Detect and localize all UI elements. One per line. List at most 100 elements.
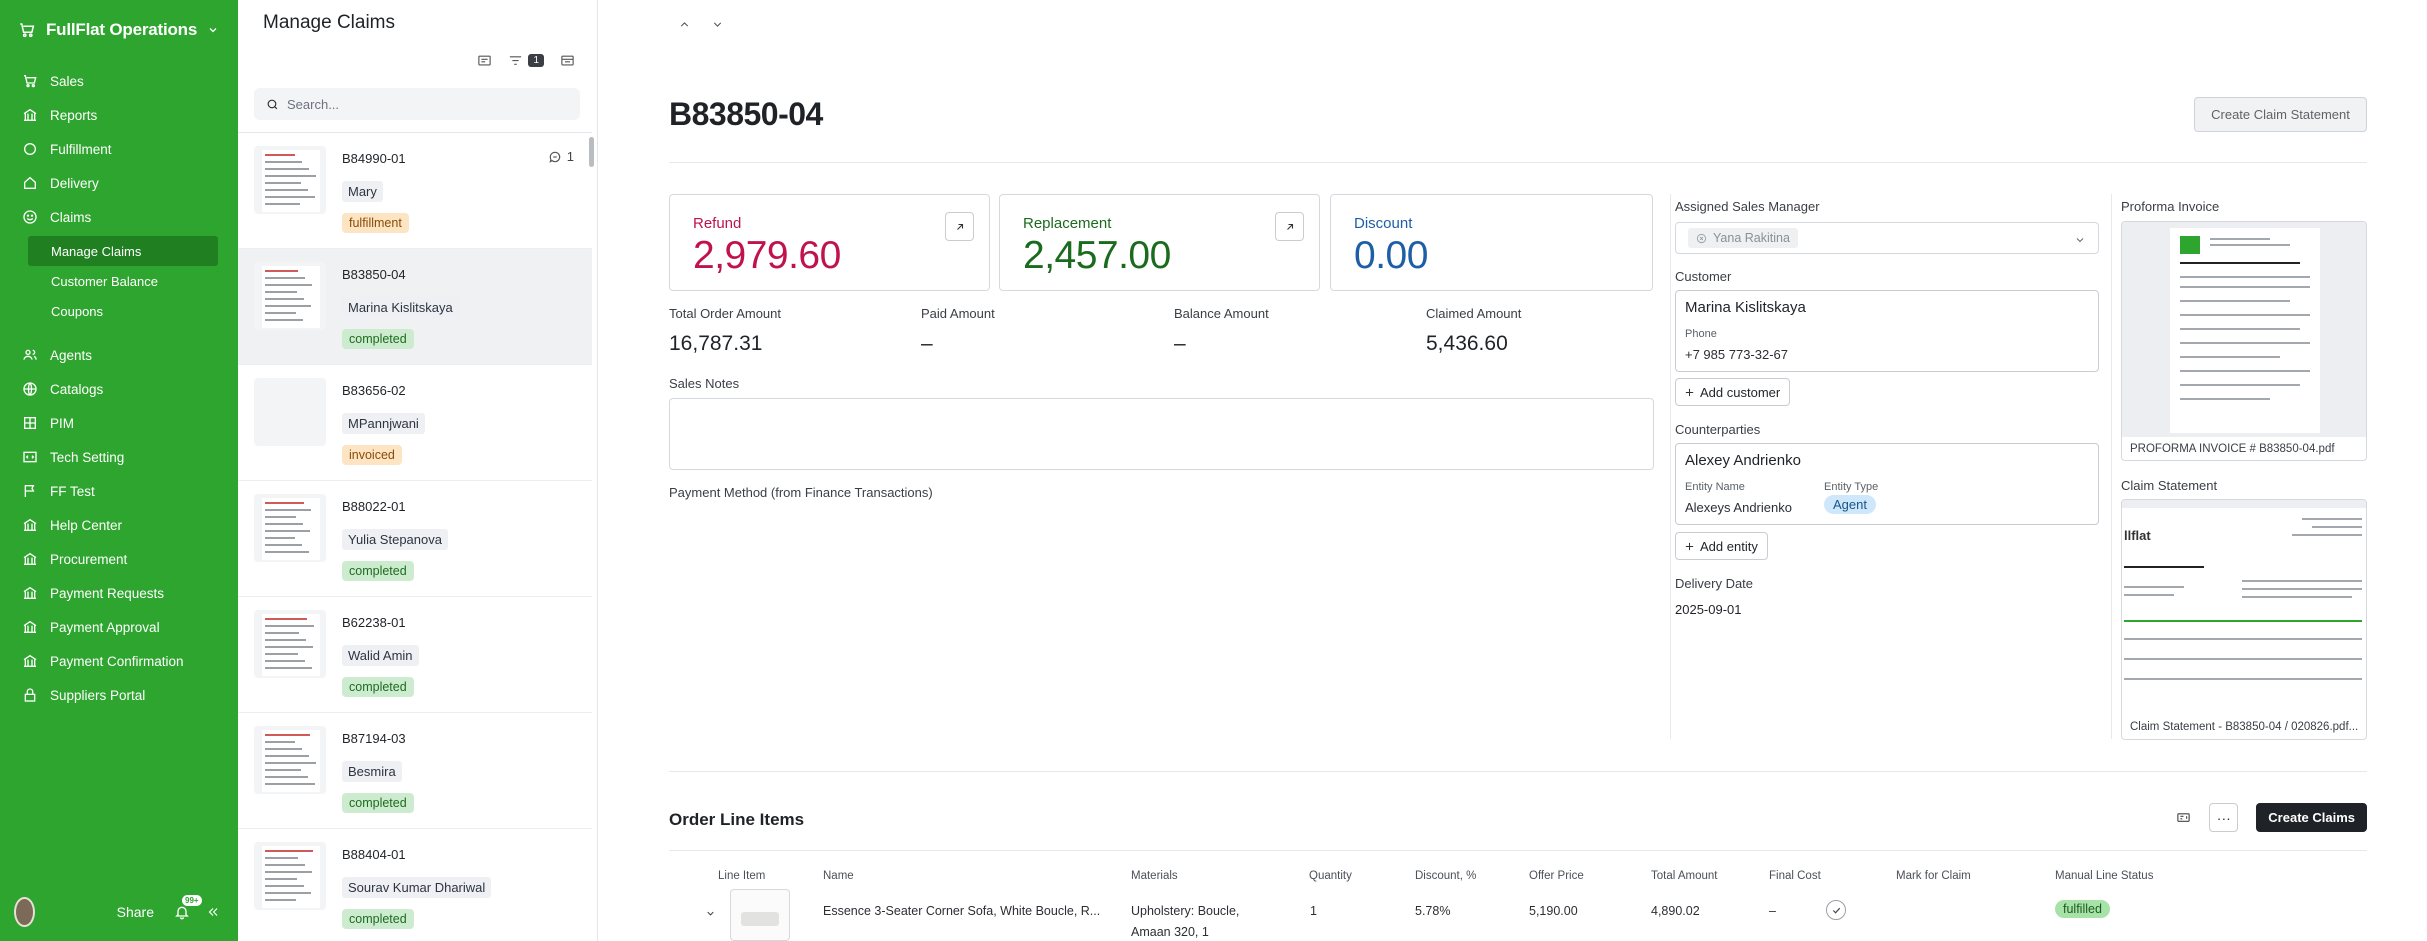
next-record-button[interactable] — [711, 18, 724, 36]
sidebar-item-sales[interactable]: Sales — [0, 64, 238, 98]
sidebar-item-suppliers-portal[interactable]: Suppliers Portal — [0, 678, 238, 712]
sidebar-item-delivery[interactable]: Delivery — [0, 166, 238, 200]
create-claims-button[interactable]: Create Claims — [2256, 803, 2367, 832]
collapse-sidebar-button[interactable] — [206, 905, 220, 919]
avatar[interactable] — [14, 897, 35, 927]
column-header-materials[interactable]: Materials — [1131, 870, 1178, 882]
sidebar-subitem-manage-claims[interactable]: Manage Claims — [28, 236, 218, 266]
claim-statement-label: Claim Statement — [2121, 478, 2218, 493]
open-refund-button[interactable] — [945, 212, 974, 241]
column-header-name[interactable]: Name — [823, 870, 854, 882]
claim-thumbnail — [254, 146, 326, 214]
filter-button[interactable]: 1 — [508, 53, 544, 68]
row-materials-line-1: Upholstery: Boucle, — [1131, 904, 1240, 918]
sidebar-item-reports[interactable]: Reports — [0, 98, 238, 132]
column-header-offer-price[interactable]: Offer Price — [1529, 870, 1584, 882]
claimed-amount: Claimed Amount 5,436.60 — [1426, 306, 1521, 356]
comments-count[interactable]: 1 — [548, 149, 574, 164]
row-final-cost: – — [1769, 904, 1776, 918]
notifications-button[interactable]: 99+ — [174, 895, 202, 920]
sidebar-item-fulfillment[interactable]: Fulfillment — [0, 132, 238, 166]
workspace-switcher[interactable]: FullFlat Operations — [18, 18, 219, 42]
expand-row-button[interactable] — [705, 906, 716, 924]
add-customer-button[interactable]: Add customer — [1675, 378, 1791, 406]
document-page: llflat — [2122, 508, 2366, 715]
proforma-invoice-card[interactable]: PROFORMA INVOICE # B83850-04.pdf — [2121, 221, 2367, 461]
create-claim-statement-button[interactable]: Create Claim Statement — [2194, 97, 2367, 132]
list-item[interactable]: B62238-01 Walid Amin completed — [238, 597, 592, 713]
delivery-date-label: Delivery Date — [1675, 576, 1754, 591]
column-header-line-item[interactable]: Line Item — [718, 870, 765, 882]
previous-record-button[interactable] — [678, 18, 691, 36]
sidebar-item-procurement[interactable]: Procurement — [0, 542, 238, 576]
column-header-mark-for-claim[interactable]: Mark for Claim — [1896, 870, 1971, 882]
list-item[interactable]: B88404-01 Sourav Kumar Dhariwal complete… — [238, 829, 592, 941]
cart-icon — [22, 73, 38, 89]
sales-notes-field[interactable] — [669, 398, 1654, 470]
grid-icon — [22, 415, 38, 431]
amount-value: – — [921, 332, 933, 355]
amount-label: Paid Amount — [921, 306, 995, 321]
plus-icon — [1685, 542, 1694, 550]
table-icon — [478, 55, 492, 66]
share-button[interactable]: Share — [117, 904, 154, 920]
column-header-discount[interactable]: Discount, % — [1415, 870, 1476, 882]
proforma-label: Proforma Invoice — [2121, 199, 2220, 214]
list-item[interactable]: B87194-03 Besmira completed — [238, 713, 592, 829]
column-header-manual-line-status[interactable]: Manual Line Status — [2055, 870, 2153, 882]
sidebar-subitem-coupons[interactable]: Coupons — [28, 296, 218, 326]
column-header-total-amount[interactable]: Total Amount — [1651, 870, 1717, 882]
sidebar-item-payment-approval[interactable]: Payment Approval — [0, 610, 238, 644]
workspace-title: FullFlat Operations — [46, 20, 198, 39]
list-item[interactable]: B83656-02 MPannjwani invoiced — [238, 365, 592, 481]
search-input[interactable] — [287, 96, 577, 112]
claim-thumbnail — [254, 610, 326, 678]
sidebar-item-tech-setting[interactable]: Tech Setting — [0, 440, 238, 474]
claim-statement-card[interactable]: llflat Claim Statement - B83850-04 / 020… — [2121, 499, 2367, 740]
sidebar-item-label: Agents — [50, 347, 93, 363]
claim-detail: B83850-04 Create Claim Statement Refund … — [599, 0, 2427, 941]
card-label: Replacement — [1023, 215, 1112, 232]
row-materials-line-2: Amaan 320, 1 — [1131, 925, 1209, 939]
sidebar-item-label: Suppliers Portal — [50, 687, 146, 703]
row-name: Essence 3-Seater Corner Sofa, White Bouc… — [823, 904, 1101, 918]
claim-statement-filename: Claim Statement - B83850-04 / 020826.pdf… — [2130, 721, 2359, 733]
list-item[interactable]: B83850-04 Marina Kislitskaya completed — [238, 249, 592, 365]
layout-button[interactable] — [560, 53, 575, 68]
sidebar-item-payment-confirmation[interactable]: Payment Confirmation — [0, 644, 238, 678]
column-header-final-cost[interactable]: Final Cost — [1769, 870, 1821, 882]
sidebar-item-ff-test[interactable]: FF Test — [0, 474, 238, 508]
list-item[interactable]: B88022-01 Yulia Stepanova completed — [238, 481, 592, 597]
sidebar: FullFlat Operations Sales Reports Fulfil… — [0, 0, 238, 941]
document-page — [2170, 228, 2320, 433]
sidebar-item-claims[interactable]: Claims — [0, 200, 238, 234]
claim-thumbnail — [254, 842, 326, 910]
view-toggle-button[interactable] — [477, 53, 492, 68]
plus-icon — [1685, 388, 1694, 396]
more-options-button[interactable]: ··· — [2209, 803, 2239, 832]
sidebar-item-pim[interactable]: PIM — [0, 406, 238, 440]
sidebar-item-help-center[interactable]: Help Center — [0, 508, 238, 542]
open-replacement-button[interactable] — [1275, 212, 1304, 241]
list-item[interactable]: B84990-01 Mary fulfillment 1 — [238, 133, 592, 249]
balance-amount: Balance Amount – — [1174, 306, 1269, 356]
sidebar-item-catalogs[interactable]: Catalogs — [0, 372, 238, 406]
payment-method-label: Payment Method (from Finance Transaction… — [669, 485, 933, 500]
customer-card[interactable]: Marina Kislitskaya Phone +7 985 773-32-6… — [1675, 290, 2099, 372]
columns-toggle-button[interactable] — [2176, 810, 2191, 825]
sidebar-item-payment-requests[interactable]: Payment Requests — [0, 576, 238, 610]
sidebar-subitem-customer-balance[interactable]: Customer Balance — [28, 266, 218, 296]
sidebar-item-agents[interactable]: Agents — [0, 338, 238, 372]
bank-icon — [22, 619, 38, 635]
sidebar-item-label: Delivery — [50, 175, 99, 191]
sidebar-item-label: Tech Setting — [50, 449, 125, 465]
claim-id: B87194-03 — [342, 731, 406, 746]
card-label: Refund — [693, 215, 742, 232]
list-scrollbar[interactable] — [589, 137, 594, 167]
add-entity-button[interactable]: Add entity — [1675, 532, 1768, 560]
mark-for-claim-checkbox[interactable] — [1826, 900, 1846, 920]
column-header-quantity[interactable]: Quantity — [1309, 870, 1352, 882]
counterparty-card[interactable]: Alexey Andrienko Entity Name Alexeys And… — [1675, 443, 2099, 525]
layout-icon — [561, 55, 574, 66]
assigned-manager-select[interactable]: Yana Rakitina — [1675, 222, 2099, 254]
